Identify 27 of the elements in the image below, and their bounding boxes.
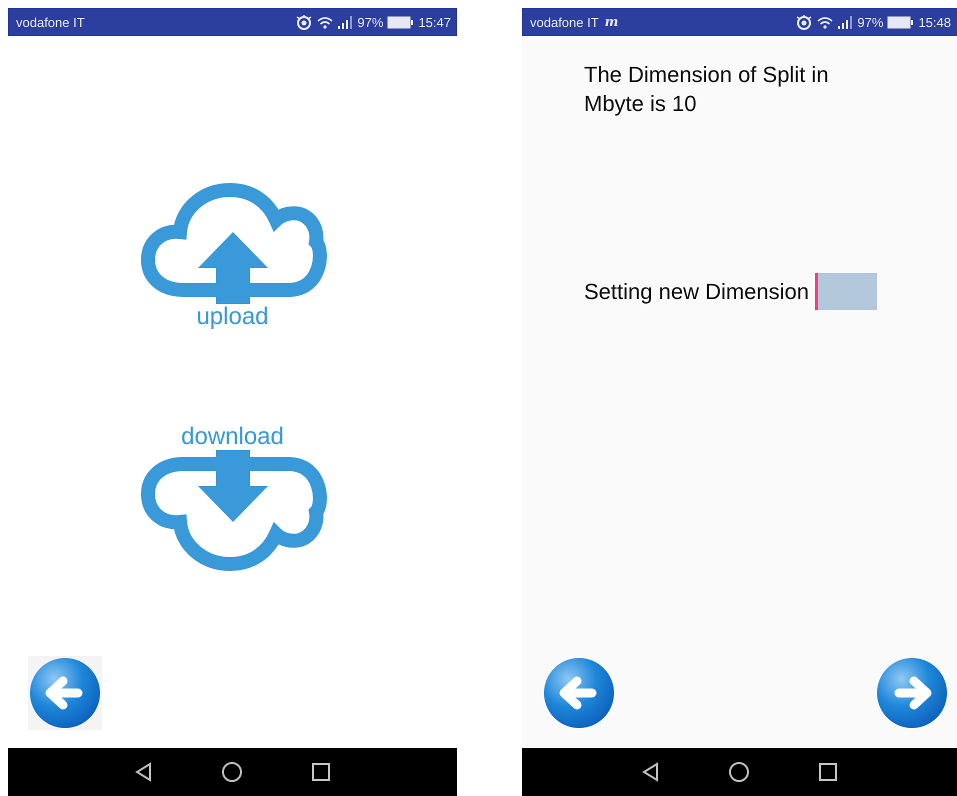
- battery-percent: 97%: [357, 14, 384, 30]
- back-icon[interactable]: [642, 762, 659, 782]
- recents-icon[interactable]: [819, 763, 837, 781]
- upload-button[interactable]: upload: [138, 180, 328, 330]
- wifi-icon: [317, 16, 334, 28]
- forward-button[interactable]: [875, 656, 949, 730]
- signal-icon: [837, 15, 854, 29]
- battery-icon: [887, 16, 914, 28]
- back-button[interactable]: [542, 656, 616, 730]
- carrier-symbol-text: m: [604, 14, 618, 30]
- home-icon[interactable]: [222, 762, 242, 782]
- back-button[interactable]: [28, 656, 102, 730]
- battery-icon: [387, 16, 414, 28]
- battery-percent: 97%: [857, 14, 884, 30]
- home-icon[interactable]: [729, 762, 749, 782]
- carrier-name: vodafone IT: [16, 14, 85, 30]
- clock-time: 15:48: [918, 14, 951, 30]
- info-text: The Dimension of Split in Mbyte is 10: [584, 61, 830, 118]
- field-label: Setting new Dimension: [584, 278, 810, 304]
- wifi-icon: [817, 16, 834, 28]
- recents-icon[interactable]: [312, 763, 330, 781]
- carrier-name: vodafone IT: [530, 14, 599, 30]
- download-button[interactable]: download: [138, 424, 328, 574]
- back-icon[interactable]: [135, 762, 152, 782]
- input-field[interactable]: [815, 273, 878, 310]
- clock-time: 15:47: [418, 14, 451, 30]
- signal-icon: [337, 15, 354, 29]
